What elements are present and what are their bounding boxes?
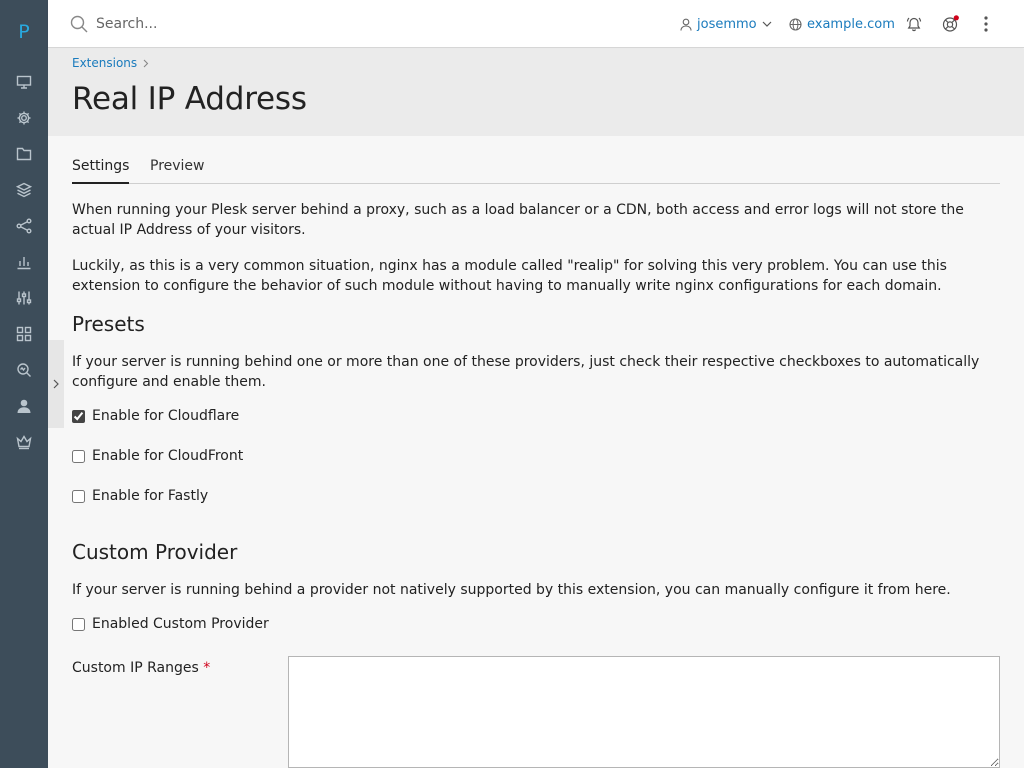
custom-provider-label: Enabled Custom Provider <box>92 616 269 632</box>
share-icon[interactable] <box>12 214 36 238</box>
custom-ip-ranges-textarea[interactable] <box>288 656 1000 768</box>
tab-bar: Settings Preview <box>72 156 1000 184</box>
user-icon[interactable] <box>12 394 36 418</box>
magnifier-icon[interactable] <box>12 358 36 382</box>
tab-preview[interactable]: Preview <box>150 158 205 184</box>
fastly-checkbox[interactable] <box>72 489 85 503</box>
presets-description: If your server is running behind one or … <box>72 354 980 390</box>
page-title: Real IP Address <box>72 81 307 117</box>
breadcrumb: Extensions <box>72 56 149 70</box>
breadcrumb-extensions-link[interactable]: Extensions <box>72 56 137 70</box>
domain-name: example.com <box>807 16 895 32</box>
domain-selector[interactable]: example.com <box>789 14 895 34</box>
custom-provider-heading: Custom Provider <box>72 540 238 564</box>
left-navigation: P <box>0 0 48 768</box>
more-vertical-icon[interactable] <box>976 14 996 34</box>
intro-paragraph-1: When running your Plesk server behind a … <box>72 202 964 238</box>
custom-ip-ranges-label: Custom IP Ranges * <box>72 660 210 676</box>
search-input[interactable] <box>96 12 496 36</box>
intro-paragraph-2: Luckily, as this is a very common situat… <box>72 258 947 294</box>
custom-provider-option[interactable]: Enabled Custom Provider <box>72 616 269 632</box>
sliders-icon[interactable] <box>12 286 36 310</box>
cloudfront-checkbox[interactable] <box>72 449 85 463</box>
search-icon <box>70 15 88 33</box>
fastly-option[interactable]: Enable for Fastly <box>72 488 208 504</box>
cloudflare-label: Enable for Cloudflare <box>92 408 240 424</box>
globe-icon <box>789 17 802 31</box>
cloudfront-label: Enable for CloudFront <box>92 448 244 464</box>
user-name: josemmo <box>697 16 757 32</box>
cloudfront-option[interactable]: Enable for CloudFront <box>72 448 243 464</box>
breadcrumb-chevron-icon <box>143 59 149 67</box>
custom-provider-checkbox[interactable] <box>72 617 85 631</box>
custom-ip-ranges-label-text: Custom IP Ranges <box>72 660 199 676</box>
required-marker: * <box>203 660 211 676</box>
top-bar: josemmo example.com <box>48 0 1024 48</box>
bar-chart-icon[interactable] <box>12 250 36 274</box>
user-outline-icon <box>680 18 692 31</box>
plesk-logo[interactable]: P <box>0 14 48 50</box>
notifications-icon[interactable] <box>904 14 924 34</box>
page-header: Extensions Real IP Address <box>48 49 1024 136</box>
help-lifebuoy-icon[interactable] <box>940 14 960 34</box>
fastly-label: Enable for Fastly <box>92 488 209 504</box>
stack-icon[interactable] <box>12 178 36 202</box>
gear-icon[interactable] <box>12 106 36 130</box>
presets-heading: Presets <box>72 312 145 336</box>
chevron-down-icon <box>762 21 772 27</box>
crown-icon[interactable] <box>12 430 36 454</box>
cloudflare-checkbox[interactable] <box>72 409 85 423</box>
monitor-icon[interactable] <box>12 70 36 94</box>
custom-provider-description: If your server is running behind a provi… <box>72 582 951 598</box>
tab-settings[interactable]: Settings <box>72 158 130 184</box>
chevron-right-icon <box>53 379 59 389</box>
sidebar-expander-button[interactable] <box>48 340 64 428</box>
user-menu[interactable]: josemmo <box>680 14 772 34</box>
folder-icon[interactable] <box>12 142 36 166</box>
grid-icon[interactable] <box>12 322 36 346</box>
cloudflare-option[interactable]: Enable for Cloudflare <box>72 408 239 424</box>
